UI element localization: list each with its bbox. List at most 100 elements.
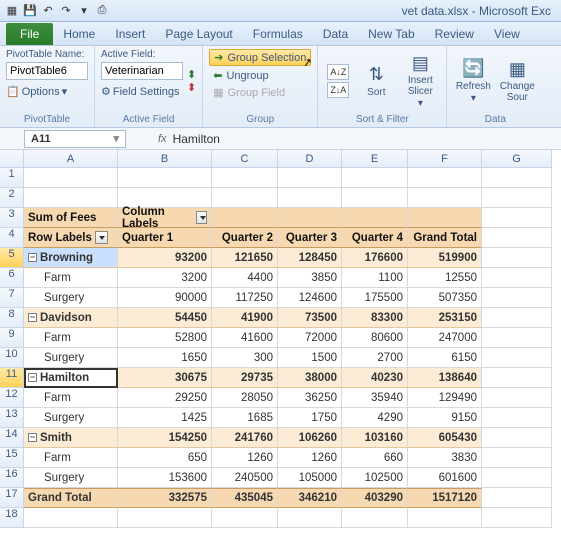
cell[interactable]: −Davidson	[24, 308, 118, 328]
redo-icon[interactable]: ↷	[58, 3, 74, 19]
cell[interactable]: 103160	[342, 428, 408, 448]
col-header[interactable]: B	[118, 150, 212, 168]
cell[interactable]: 35940	[342, 388, 408, 408]
row-header[interactable]: 7	[0, 288, 24, 308]
row-header[interactable]: 11	[0, 368, 24, 388]
cell[interactable]	[408, 208, 482, 228]
cell[interactable]: 12550	[408, 268, 482, 288]
cell[interactable]: Grand Total	[408, 228, 482, 248]
col-header[interactable]: A	[24, 150, 118, 168]
cell[interactable]: 121650	[212, 248, 278, 268]
cell[interactable]: Farm	[24, 268, 118, 288]
cell[interactable]: 128450	[278, 248, 342, 268]
cell[interactable]	[408, 188, 482, 208]
cell[interactable]: 138640	[408, 368, 482, 388]
print-icon[interactable]: ⎙	[94, 3, 110, 19]
cell[interactable]: Farm	[24, 328, 118, 348]
cell[interactable]	[482, 368, 552, 388]
cell[interactable]	[482, 488, 552, 508]
cell[interactable]	[482, 328, 552, 348]
row-header[interactable]: 6	[0, 268, 24, 288]
options-button[interactable]: 📋 Options ▾	[6, 85, 88, 98]
cell[interactable]: 3830	[408, 448, 482, 468]
file-tab[interactable]: File	[6, 23, 53, 45]
cell[interactable]: 90000	[118, 288, 212, 308]
cell[interactable]: Quarter 3	[278, 228, 342, 248]
tab-formulas[interactable]: Formulas	[243, 23, 313, 45]
ungroup-button[interactable]: ⬅Ungroup	[209, 68, 311, 83]
cell[interactable]: 507350	[408, 288, 482, 308]
cell[interactable]	[342, 168, 408, 188]
save-icon[interactable]: 💾	[22, 3, 38, 19]
row-header[interactable]: 1	[0, 168, 24, 188]
refresh-button[interactable]: 🔄Refresh▾	[453, 49, 493, 112]
cell[interactable]: Surgery	[24, 468, 118, 488]
cell[interactable]: 41600	[212, 328, 278, 348]
cell[interactable]: 176600	[342, 248, 408, 268]
cell[interactable]	[482, 208, 552, 228]
col-header[interactable]: D	[278, 150, 342, 168]
cell[interactable]	[482, 288, 552, 308]
cell[interactable]	[24, 508, 118, 528]
collapse-icon[interactable]: −	[28, 253, 37, 262]
row-header[interactable]: 14	[0, 428, 24, 448]
cell[interactable]: 240500	[212, 468, 278, 488]
collapse-icon[interactable]: −	[28, 373, 37, 382]
cell[interactable]: 124600	[278, 288, 342, 308]
cell[interactable]: 650	[118, 448, 212, 468]
row-header[interactable]: 18	[0, 508, 24, 528]
cell[interactable]: 1685	[212, 408, 278, 428]
cell[interactable]: 153600	[118, 468, 212, 488]
cell[interactable]	[278, 208, 342, 228]
cell[interactable]: 106260	[278, 428, 342, 448]
active-field-input[interactable]	[101, 62, 183, 80]
cell[interactable]	[408, 168, 482, 188]
row-header[interactable]: 16	[0, 468, 24, 488]
spreadsheet-grid[interactable]: A B C D E F G 1 2 3 Sum of Fees Column L…	[0, 150, 561, 528]
col-header[interactable]: E	[342, 150, 408, 168]
cell[interactable]: 72000	[278, 328, 342, 348]
sort-asc-button[interactable]: A↓Z	[327, 64, 349, 80]
cell[interactable]	[118, 508, 212, 528]
qat-dropdown-icon[interactable]: ▾	[76, 3, 92, 19]
cell[interactable]	[24, 168, 118, 188]
col-header[interactable]: F	[408, 150, 482, 168]
cell[interactable]: Quarter 2	[212, 228, 278, 248]
cell[interactable]: 241760	[212, 428, 278, 448]
cell[interactable]: 1425	[118, 408, 212, 428]
row-header[interactable]: 9	[0, 328, 24, 348]
cell[interactable]	[278, 188, 342, 208]
collapse-icon[interactable]: −	[28, 313, 37, 322]
cell[interactable]: 4290	[342, 408, 408, 428]
cell[interactable]	[212, 208, 278, 228]
row-header[interactable]: 8	[0, 308, 24, 328]
cell[interactable]: 30675	[118, 368, 212, 388]
cell[interactable]	[482, 268, 552, 288]
cell[interactable]	[212, 508, 278, 528]
tab-page-layout[interactable]: Page Layout	[155, 23, 242, 45]
collapse-icon[interactable]: −	[28, 433, 37, 442]
cell[interactable]: 29735	[212, 368, 278, 388]
cell[interactable]: 2700	[342, 348, 408, 368]
tab-new-tab[interactable]: New Tab	[358, 23, 424, 45]
row-header[interactable]: 10	[0, 348, 24, 368]
row-header[interactable]: 12	[0, 388, 24, 408]
tab-view[interactable]: View	[484, 23, 530, 45]
row-header[interactable]: 15	[0, 448, 24, 468]
expand-field-icon[interactable]: ⬍	[187, 68, 196, 81]
cell[interactable]: 41900	[212, 308, 278, 328]
cell[interactable]: Surgery	[24, 288, 118, 308]
cell[interactable]: 519900	[408, 248, 482, 268]
cell[interactable]: 253150	[408, 308, 482, 328]
select-all-corner[interactable]	[0, 150, 24, 168]
cell[interactable]: 80600	[342, 328, 408, 348]
cell[interactable]: 28050	[212, 388, 278, 408]
cell[interactable]: 102500	[342, 468, 408, 488]
cell[interactable]: 129490	[408, 388, 482, 408]
cell[interactable]: 40230	[342, 368, 408, 388]
cell[interactable]	[482, 388, 552, 408]
cell[interactable]	[482, 168, 552, 188]
cell[interactable]: 36250	[278, 388, 342, 408]
cell[interactable]: 83300	[342, 308, 408, 328]
pivottable-name-input[interactable]	[6, 62, 88, 80]
